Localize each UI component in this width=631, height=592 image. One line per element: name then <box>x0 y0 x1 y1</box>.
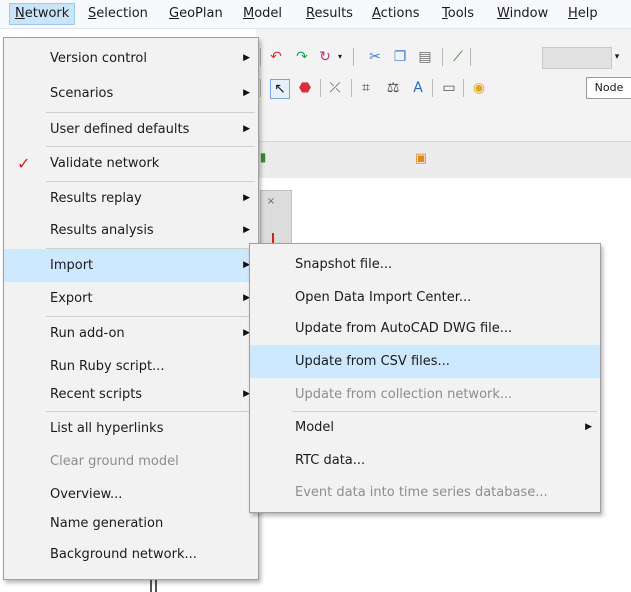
submenu-item-update-from-autocad-dwg[interactable]: Update from AutoCAD DWG file... <box>250 312 600 345</box>
line-tool-icon[interactable]: ⟋ <box>449 48 467 66</box>
chevron-right-icon: ▶ <box>243 124 250 134</box>
toolbar-area: ↶ ↷ ↻ ▾ ✂ ❐ ▤ ⟋ ▾ ↖ ⬣ ⤫ ⌗ ⚖ A ▭ ◉ Node <box>256 29 631 141</box>
menu-geoplan[interactable]: GeoPlan <box>164 4 228 24</box>
menu-item-list-all-hyperlinks[interactable]: List all hyperlinks <box>4 412 258 445</box>
menu-actions[interactable]: Actions <box>367 4 425 24</box>
menu-item-clear-ground-model: Clear ground model <box>4 445 258 478</box>
globe-icon[interactable]: ◉ <box>470 79 488 97</box>
toolbar-row-1: ↶ ↷ ↻ ▾ ✂ ❐ ▤ ⟋ ▾ <box>256 45 631 69</box>
menu-item-validate-network[interactable]: ✓ Validate network <box>4 147 258 180</box>
chevron-down-icon[interactable]: ▾ <box>608 48 626 66</box>
select-pointer-icon[interactable]: ↖ <box>270 79 290 99</box>
menu-item-run-add-on[interactable]: Run add-on ▶ <box>4 317 258 350</box>
undo-icon[interactable]: ↶ <box>267 48 285 66</box>
toolbar-dropdown[interactable] <box>542 47 612 69</box>
toolbar-separator <box>442 48 443 66</box>
menu-network[interactable]: Network <box>9 3 76 25</box>
ruler-icon[interactable]: ▭ <box>440 79 458 97</box>
node-selector[interactable]: Node <box>586 77 631 99</box>
menu-model[interactable]: Model <box>238 4 287 24</box>
toolbar-separator <box>260 48 261 66</box>
toolbar-separator <box>470 48 471 66</box>
submenu-item-snapshot-file[interactable]: Snapshot file... <box>250 248 600 281</box>
menu-item-label: Background network... <box>50 547 197 562</box>
grid-tool-icon[interactable]: ⌗ <box>357 79 375 97</box>
menu-item-label: Snapshot file... <box>295 257 393 272</box>
toolbar-separator <box>260 79 261 97</box>
menu-tools[interactable]: Tools <box>437 4 479 24</box>
chevron-right-icon: ▶ <box>243 53 250 63</box>
menu-item-results-analysis[interactable]: Results analysis ▶ <box>4 214 258 247</box>
menu-item-label: Import <box>50 258 94 273</box>
menu-item-label: Open Data Import Center... <box>295 290 472 305</box>
menu-item-results-replay[interactable]: Results replay ▶ <box>4 182 258 215</box>
toolbar-separator <box>320 79 321 97</box>
menu-item-background-network[interactable]: Background network... <box>4 538 258 571</box>
import-submenu: Snapshot file... Open Data Import Center… <box>249 243 601 513</box>
submenu-item-model[interactable]: Model ▶ <box>250 411 600 444</box>
submenu-item-update-from-collection-network: Update from collection network... <box>250 378 600 411</box>
chevron-down-icon[interactable]: ▾ <box>331 48 349 66</box>
network-menu: Version control ▶ Scenarios ▶ User defin… <box>3 37 259 580</box>
menu-bar: Network Selection GeoPlan Model Results … <box>0 0 631 29</box>
menu-results[interactable]: Results <box>301 4 358 24</box>
menu-item-label: Clear ground model <box>50 454 179 469</box>
panel-tab-icon[interactable]: ▣ <box>412 150 430 168</box>
chevron-right-icon: ▶ <box>243 88 250 98</box>
toolbar-separator <box>463 79 464 97</box>
cut-icon[interactable]: ✂ <box>366 48 384 66</box>
menu-item-label: Event data into time series database... <box>295 485 548 500</box>
menu-item-version-control[interactable]: Version control ▶ <box>4 42 258 75</box>
chevron-right-icon: ▶ <box>243 193 250 203</box>
submenu-item-update-from-csv[interactable]: Update from CSV files... <box>250 345 600 378</box>
menu-item-label: Export <box>50 291 93 306</box>
toolbar-row-2: ↖ ⬣ ⤫ ⌗ ⚖ A ▭ ◉ Node <box>256 76 631 100</box>
delete-link-icon[interactable]: ⤫ <box>326 79 344 97</box>
panel-strip: ▮ ▣ <box>256 141 631 179</box>
close-icon[interactable]: × <box>262 193 280 211</box>
menu-selection[interactable]: Selection <box>83 4 153 24</box>
menu-item-label: Run add-on <box>50 326 125 341</box>
text-tool-icon[interactable]: A <box>409 79 427 97</box>
toolbar-separator <box>353 48 354 66</box>
menu-item-label: User defined defaults <box>50 122 190 137</box>
menu-item-label: Scenarios <box>50 86 114 101</box>
redo-icon[interactable]: ↷ <box>293 48 311 66</box>
menu-item-export[interactable]: Export ▶ <box>4 282 258 315</box>
menu-item-label: Model <box>295 420 335 435</box>
copy-icon[interactable]: ❐ <box>391 48 409 66</box>
menu-item-label: Results replay <box>50 191 142 206</box>
scale-tool-icon[interactable]: ⚖ <box>384 79 402 97</box>
menu-item-user-defined-defaults[interactable]: User defined defaults ▶ <box>4 113 258 146</box>
menu-item-label: List all hyperlinks <box>50 421 164 436</box>
menu-item-label: Version control <box>50 51 147 66</box>
menu-window[interactable]: Window <box>492 4 553 24</box>
menu-item-scenarios[interactable]: Scenarios ▶ <box>4 77 258 110</box>
submenu-item-rtc-data[interactable]: RTC data... <box>250 444 600 477</box>
menu-item-label: Recent scripts <box>50 387 143 402</box>
menu-item-label: Name generation <box>50 516 164 531</box>
menu-item-label: Validate network <box>50 156 160 171</box>
submenu-item-open-data-import-center[interactable]: Open Data Import Center... <box>250 281 600 314</box>
menu-item-label: Update from AutoCAD DWG file... <box>295 321 513 336</box>
checkmark-icon: ✓ <box>17 154 31 173</box>
menu-item-label: RTC data... <box>295 453 366 468</box>
menu-item-label: Results analysis <box>50 223 154 238</box>
toolbar-separator <box>432 79 433 97</box>
menu-item-import[interactable]: Import ▶ <box>4 249 258 282</box>
toolbar-separator <box>351 79 352 97</box>
menu-item-label: Update from collection network... <box>295 387 513 402</box>
select-tool-icon[interactable]: ⬣ <box>296 79 314 97</box>
menu-help[interactable]: Help <box>563 4 603 24</box>
menu-item-name-generation[interactable]: Name generation <box>4 507 258 540</box>
menu-item-recent-scripts[interactable]: Recent scripts ▶ <box>4 378 258 411</box>
menu-item-label: Update from CSV files... <box>295 354 450 369</box>
chevron-right-icon: ▶ <box>585 422 592 432</box>
paste-icon[interactable]: ▤ <box>416 48 434 66</box>
submenu-item-event-data: Event data into time series database... <box>250 476 600 509</box>
